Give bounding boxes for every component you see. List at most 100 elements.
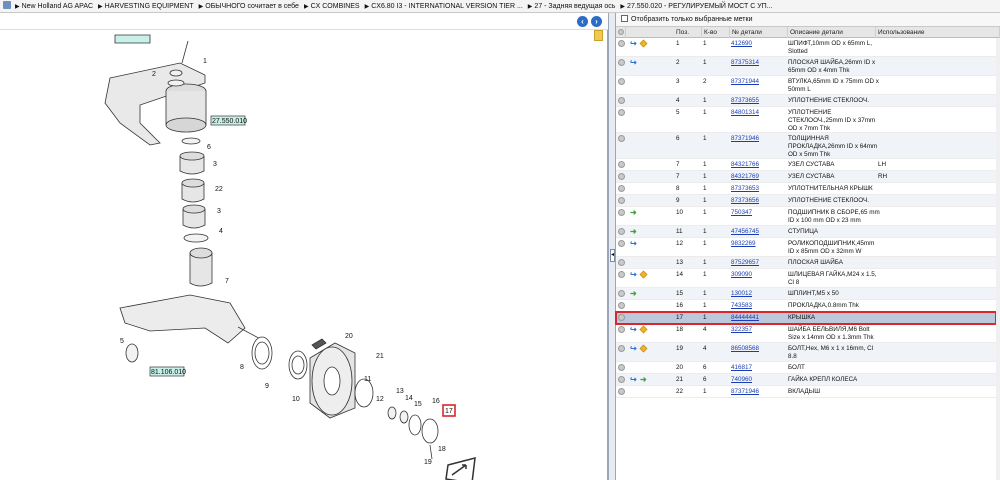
header-settings-icon[interactable] [616,27,626,38]
row-settings-icon[interactable] [618,185,625,195]
row-settings-icon[interactable] [618,302,625,312]
table-row[interactable]: ↪ 18 4 322357 ШАЙБА БЕЛЬВИЛЯ,M6 Bolt Size x … [616,324,996,343]
package-icon[interactable] [639,270,648,279]
row-settings-icon[interactable] [618,271,625,281]
package-icon[interactable] [639,344,648,353]
vertical-scrollbar[interactable] [996,38,1000,480]
table-row[interactable]: ↪ 14 1 309090 ШЛИЦЕВАЯ ГАЙКА,M24 x 1.5, Cl 8 [616,269,996,288]
ref-27-550-010[interactable]: 27.550.010 [212,118,247,125]
row-settings-icon[interactable] [618,259,625,269]
row-settings-icon[interactable] [618,290,625,300]
info-arrow-icon[interactable]: ↪ [630,326,637,334]
table-row[interactable]: 7 1 84321766 УЗЕЛ СУСТАВА LH [616,159,996,171]
part-number-link[interactable]: 750347 [731,209,752,217]
part-number-link[interactable]: 87371946 [731,135,759,143]
table-row[interactable]: 6 1 87371946 ТОЛЩИННАЯ ПРОКЛАДКА,26mm ID x … [616,133,996,159]
row-settings-icon[interactable] [618,135,625,145]
filter-checkbox[interactable] [621,15,628,22]
package-icon[interactable] [639,39,648,48]
part-number-link[interactable]: 740960 [731,376,752,384]
table-row[interactable]: 8 1 87373653 УПЛОТНИТЕЛЬНАЯ КРЫШК [616,183,996,195]
info-arrow-icon[interactable]: ↪ [630,345,637,353]
part-number-link[interactable]: 87373655 [731,97,759,105]
row-settings-icon[interactable] [618,109,625,119]
part-number-link[interactable]: 87371944 [731,78,759,86]
callout-17-selected[interactable]: 17 [445,408,453,415]
row-settings-icon[interactable] [618,345,625,355]
table-row[interactable]: ↪ ➜ 21 6 740960 ГАЙКА КРЕПЛ КОЛЕСА [616,374,996,386]
row-settings-icon[interactable] [618,388,625,398]
table-row[interactable]: 17 1 84444441 КРЫШКА [615,311,997,325]
green-arrow-icon[interactable]: ➜ [630,290,637,298]
green-arrow-icon[interactable]: ➜ [640,376,647,384]
info-arrow-icon[interactable]: ↪ [630,271,637,279]
green-arrow-icon[interactable]: ➜ [630,228,637,236]
table-row[interactable]: 9 1 87373656 УПЛОТНЕНИЕ СТЕКЛООЧ. [616,195,996,207]
row-settings-icon[interactable] [618,228,625,238]
row-settings-icon[interactable] [618,173,625,183]
row-settings-icon[interactable] [618,78,625,88]
table-row[interactable]: 3 2 87371944 ВТУЛКА,65mm ID x 75mm OD x 50m… [616,76,996,95]
breadcrumb-item[interactable]: 27.550.020 - РЕГУЛИРУЕМЫЙ МОСТ С УП... [627,3,773,10]
breadcrumb-item[interactable]: HARVESTING EQUIPMENT [105,3,194,10]
table-row[interactable]: ↪ 12 1 9832269 РОЛИКОПОДШИПНИК,45mm ID x 85m… [616,238,996,257]
row-settings-icon[interactable] [618,40,625,50]
panel-splitter[interactable]: ◂ [608,13,616,480]
part-number-link[interactable]: 84444441 [731,314,759,322]
table-row[interactable]: ↪ 19 4 86508568 БОЛТ,Hex, M6 x 1 x 16mm, Cl … [616,343,996,362]
part-number-link[interactable]: 86508568 [731,345,759,353]
breadcrumb-item[interactable]: 27 - Задняя ведущая ось [534,3,615,10]
collapse-handle-icon[interactable]: ◂ [610,249,615,262]
row-settings-icon[interactable] [618,197,625,207]
row-settings-icon[interactable] [618,209,625,219]
part-number-link[interactable]: 743583 [731,302,752,310]
row-settings-icon[interactable] [618,314,625,324]
part-number-link[interactable]: 84321766 [731,161,759,169]
part-number-link[interactable]: 416817 [731,364,752,372]
table-row[interactable]: 22 1 87371946 ВКЛАДЫШ [616,386,996,398]
header-qty[interactable]: К-во [702,27,730,38]
part-number-link[interactable]: 130012 [731,290,752,298]
green-arrow-icon[interactable]: ➜ [630,209,637,217]
table-row[interactable]: ➜ 15 1 130012 ШПЛИНТ,M5 x 50 [616,288,996,300]
info-arrow-icon[interactable]: ↪ [630,40,637,48]
part-number-link[interactable]: 47456745 [731,228,759,236]
part-number-link[interactable]: 87375314 [731,59,759,67]
breadcrumb-item[interactable]: ОБЫЧНОГО сочитает в себе [205,3,299,10]
part-number-link[interactable]: 87373656 [731,197,759,205]
table-row[interactable]: 5 1 84801314 УПЛОТНЕНИЕ СТЕКЛООЧ.,25mm ID x… [616,107,996,133]
row-settings-icon[interactable] [618,59,625,69]
table-row[interactable]: 13 1 87529657 ПЛОСКАЯ ШАЙБА [616,257,996,269]
header-desc[interactable]: Описание детали [788,27,876,38]
table-row[interactable]: 20 6 416817 БОЛТ [616,362,996,374]
part-number-link[interactable]: 309090 [731,271,752,279]
row-settings-icon[interactable] [618,364,625,374]
table-row[interactable]: 4 1 87373655 УПЛОТНЕНИЕ СТЕКЛООЧ. [616,95,996,107]
breadcrumb-item[interactable]: CX6.80 I3 - INTERNATIONAL VERSION TIER .… [371,3,523,10]
part-number-link[interactable]: 84801314 [731,109,759,117]
table-row[interactable]: ➜ 10 1 750347 ПОДШИПНИК В СБОРЕ,65 mm ID x 1… [616,207,996,226]
part-number-link[interactable]: 9832269 [731,240,756,248]
header-pos[interactable]: Поз. [674,27,702,38]
header-use[interactable]: Использование [876,27,1000,38]
table-row[interactable]: ➜ 11 1 47456745 СТУПИЦА [616,226,996,238]
part-number-link[interactable]: 84321769 [731,173,759,181]
info-arrow-icon[interactable]: ↪ [630,376,637,384]
part-number-link[interactable]: 87373653 [731,185,759,193]
breadcrumb-item[interactable]: New Holland AG APAC [22,3,93,10]
info-arrow-icon[interactable]: ↪ [630,240,637,248]
row-settings-icon[interactable] [618,97,625,107]
header-part[interactable]: № детали [730,27,788,38]
table-row[interactable]: ↪ 2 1 87375314 ПЛОСКАЯ ШАЙБА,26mm ID x 65mm … [616,57,996,76]
row-settings-icon[interactable] [618,376,625,386]
part-number-link[interactable]: 87371946 [731,388,759,396]
ref-81-106-010[interactable]: 81.106.010 [151,369,186,376]
part-number-link[interactable]: 322357 [731,326,752,334]
row-settings-icon[interactable] [618,161,625,171]
row-settings-icon[interactable] [618,240,625,250]
table-row[interactable]: 16 1 743583 ПРОКЛАДКА,0.8mm Thk [616,300,996,312]
info-arrow-icon[interactable]: ↪ [630,59,637,67]
package-icon[interactable] [639,325,648,334]
table-row[interactable]: ↪ 1 1 412690 ШПИФТ,10mm OD x 65mm L, Slotted [616,38,996,57]
breadcrumb-item[interactable]: CX COMBINES [311,3,360,10]
